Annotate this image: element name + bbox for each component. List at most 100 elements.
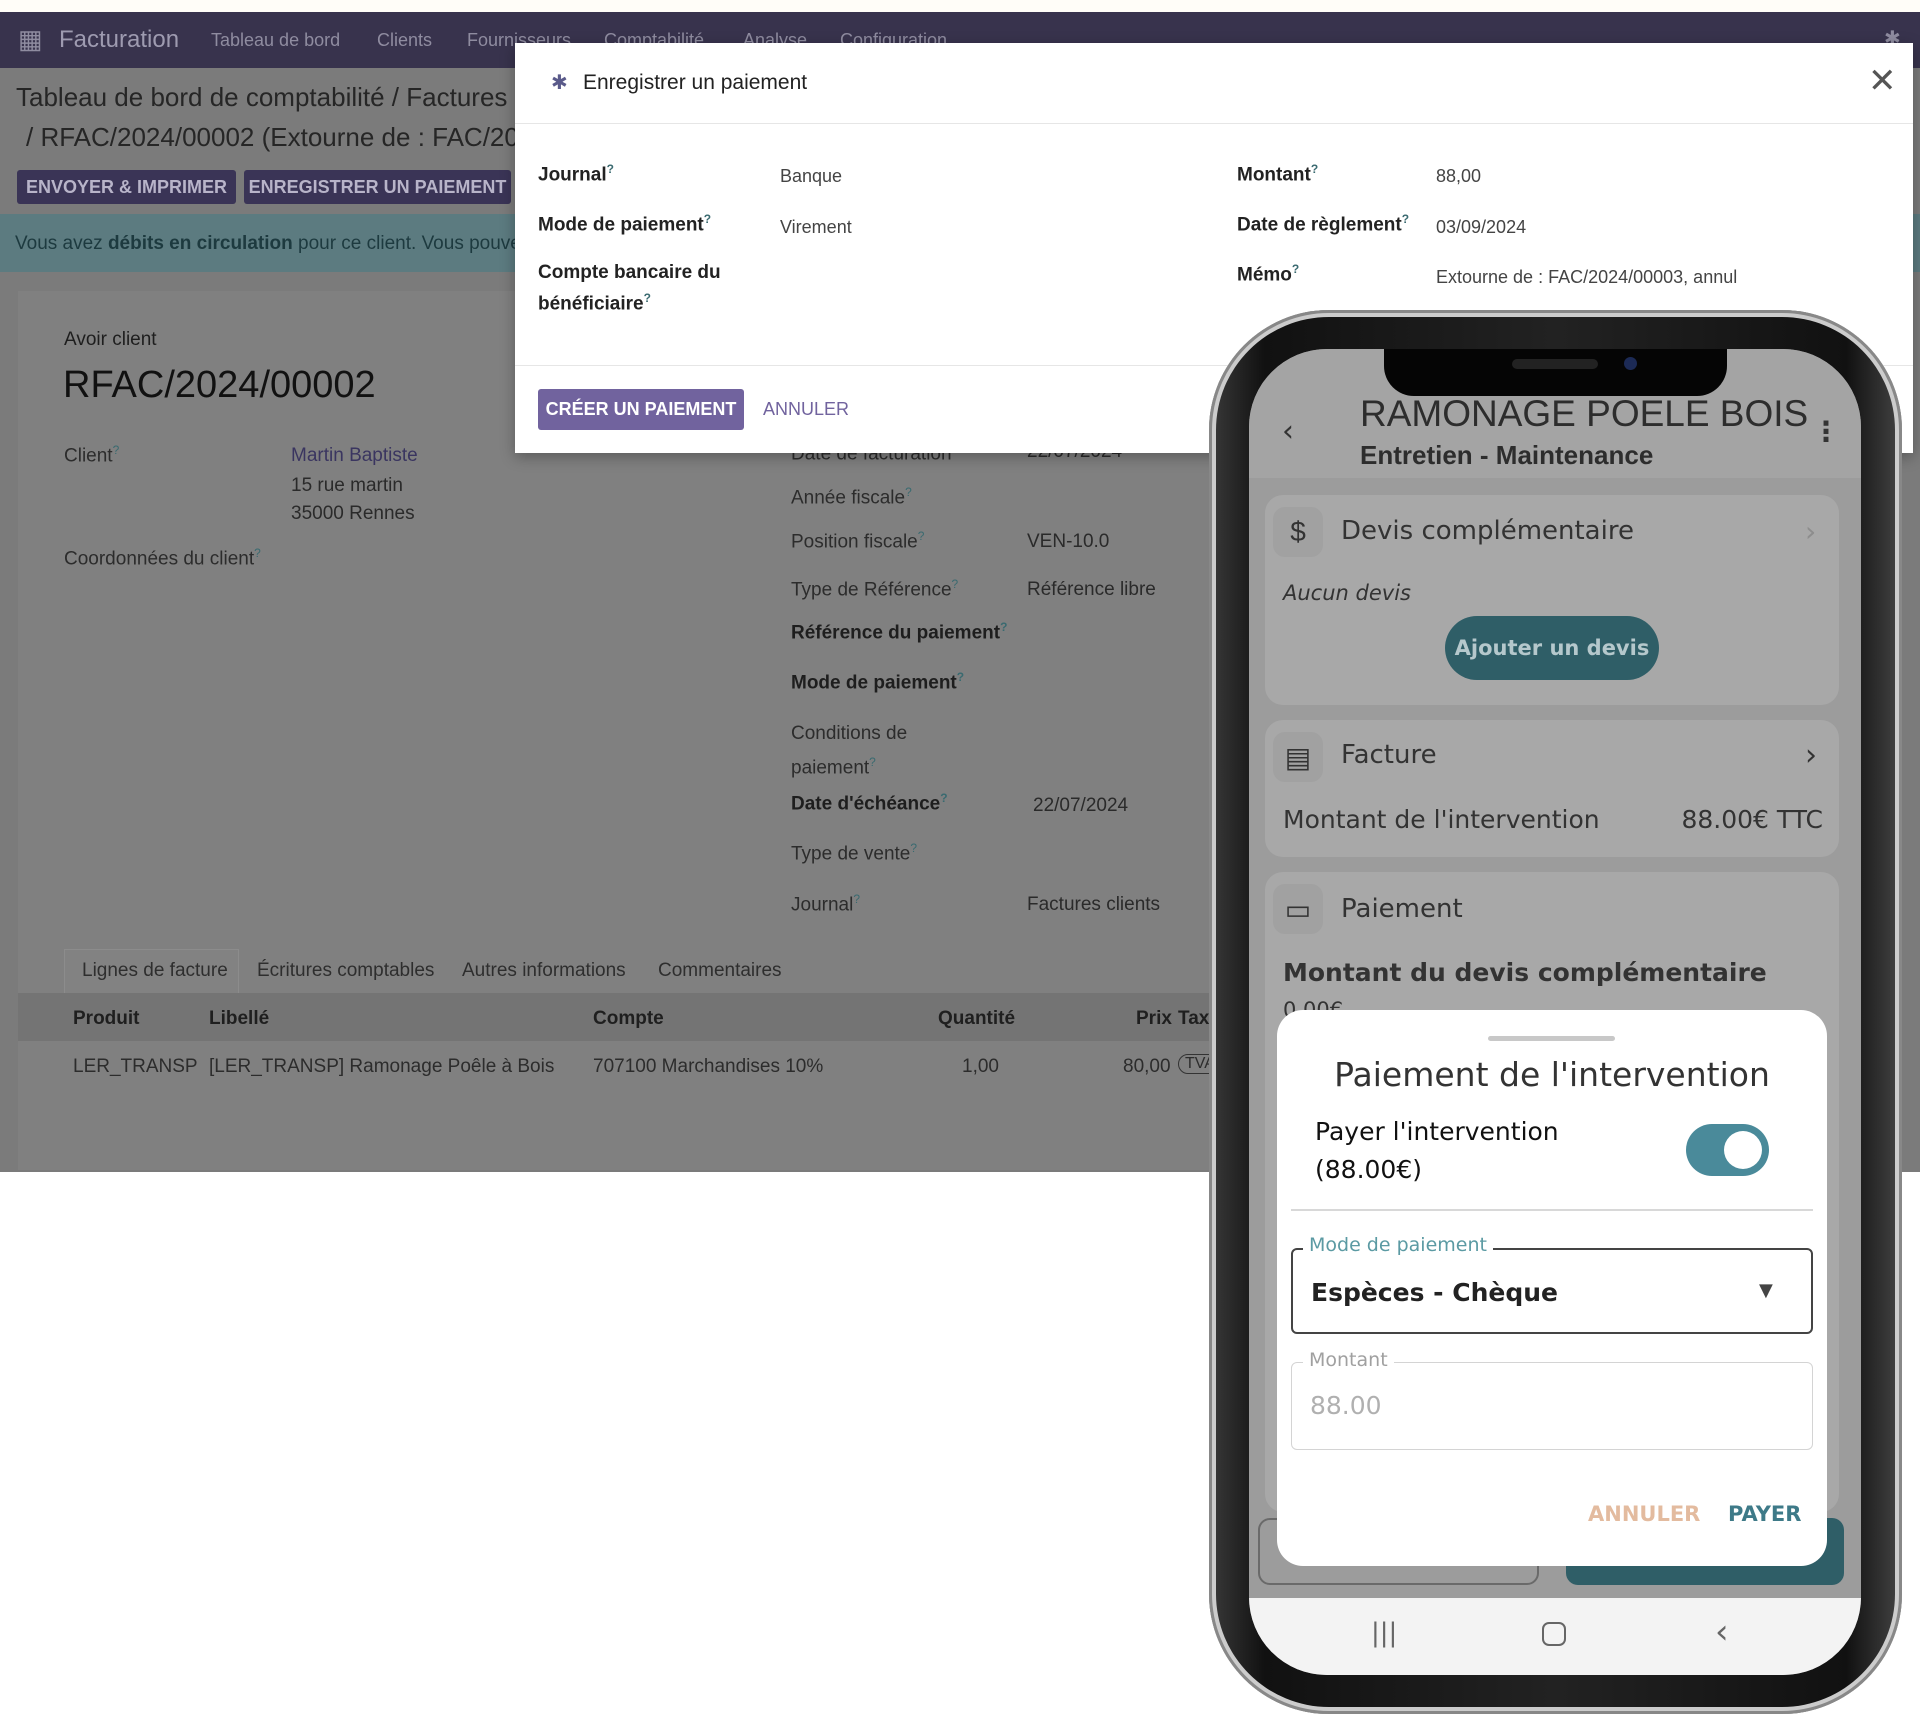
field-label: Date d'échéance? <box>791 791 948 815</box>
mobile-title: RAMONAGE POELE BOIS <box>1360 393 1809 434</box>
col-label[interactable]: Libellé <box>209 1008 269 1030</box>
menu-clients[interactable]: Clients <box>377 30 432 51</box>
method-field[interactable]: Virement <box>780 217 852 238</box>
col-product[interactable]: Produit <box>73 1008 140 1030</box>
close-icon[interactable]: ✕ <box>1868 61 1897 101</box>
client-city: 35000 Rennes <box>291 503 415 524</box>
payment-bottom-sheet: Paiement de l'intervention Payer l'inter… <box>1277 1010 1827 1566</box>
field-label: Type de vente? <box>791 841 918 865</box>
quote-card: $ Devis complémentaire › Aucun devis Ajo… <box>1265 495 1839 705</box>
col-account[interactable]: Compte <box>593 1008 664 1030</box>
quote-document-icon: $ <box>1273 507 1323 557</box>
col-price[interactable]: Prix <box>1136 1008 1172 1030</box>
bank-label-1: Compte bancaire du <box>538 262 721 283</box>
tab-other-info[interactable]: Autres informations <box>462 960 626 982</box>
create-payment-button[interactable]: CRÉER UN PAIEMENT <box>538 389 744 430</box>
bank-label-2: bénéficiaire? <box>538 291 651 315</box>
field-label: Mode de paiement? <box>791 670 965 694</box>
row-label: [LER_TRANSP] Ramonage Poêle à Bois <box>209 1056 555 1077</box>
client-label: Client? <box>64 443 120 467</box>
bug-icon: ✱ <box>551 72 568 94</box>
date-label: Date de règlement? <box>1237 212 1410 236</box>
apps-grid-icon[interactable]: ▦ <box>18 24 43 55</box>
add-quote-button[interactable]: Ajouter un devis <box>1445 616 1659 680</box>
browser-top-strip <box>0 0 1920 12</box>
menu-tableau-de-bord[interactable]: Tableau de bord <box>211 30 340 51</box>
col-tax[interactable]: Tax <box>1178 1008 1209 1030</box>
breadcrumb-line-1[interactable]: Tableau de bord de comptabilité / Factur… <box>16 82 528 113</box>
tab-invoice-lines[interactable]: Lignes de facture <box>82 960 228 982</box>
invoice-chevron-icon[interactable]: › <box>1805 738 1817 773</box>
row-account: 707100 Marchandises 10% <box>593 1056 824 1077</box>
no-quote-text: Aucun devis <box>1283 581 1411 605</box>
field-value[interactable]: Factures clients <box>1027 894 1160 916</box>
extra-amount-label: Montant du devis complémentaire <box>1283 958 1767 987</box>
sheet-cancel-button[interactable]: ANNULER <box>1588 1502 1700 1526</box>
back-icon[interactable]: ‹ <box>1715 1612 1729 1652</box>
alert-text: Vous avez débits en circulation pour ce … <box>15 233 540 254</box>
amount-label: Montant? <box>1237 162 1319 186</box>
method-label: Mode de paiement? <box>538 212 712 236</box>
home-icon[interactable] <box>1542 1622 1566 1646</box>
camera <box>1624 357 1637 370</box>
payment-title: Paiement <box>1341 894 1463 924</box>
amount-input[interactable]: 88.00 <box>1291 1362 1813 1450</box>
pay-toggle[interactable] <box>1686 1124 1769 1176</box>
quote-chevron-icon[interactable]: › <box>1805 515 1816 548</box>
date-field[interactable]: 03/09/2024 <box>1436 217 1526 238</box>
sheet-divider <box>1291 1209 1813 1211</box>
sheet-pay-button[interactable]: PAYER <box>1728 1502 1801 1526</box>
contact-label: Coordonnées du client? <box>64 546 261 570</box>
header-divider <box>515 123 1913 124</box>
journal-label: Journal? <box>538 162 614 186</box>
field-value[interactable]: VEN-10.0 <box>1027 531 1109 553</box>
memo-field[interactable]: Extourne de : FAC/2024/00003, annul <box>1436 267 1737 288</box>
quote-title[interactable]: Devis complémentaire <box>1341 516 1634 546</box>
journal-field[interactable]: Banque <box>780 166 842 187</box>
recent-apps-icon[interactable]: ||| <box>1371 1618 1397 1648</box>
dialog-title: Enregistrer un paiement <box>583 71 808 94</box>
client-name-link[interactable]: Martin Baptiste <box>291 445 418 467</box>
alert-link[interactable]: débits en circulation <box>108 233 293 254</box>
intervention-amount: 88.00€ TTC <box>1681 805 1823 834</box>
register-payment-button[interactable]: ENREGISTRER UN PAIEMENT <box>244 170 511 204</box>
cancel-button[interactable]: ANNULER <box>763 399 849 420</box>
sheet-title: Paiement de l'intervention <box>1334 1055 1770 1094</box>
field-label: Position fiscale? <box>791 529 925 553</box>
row-qty: 1,00 <box>962 1056 999 1077</box>
mobile-subtitle: Entretien - Maintenance <box>1360 440 1654 470</box>
tab-comments[interactable]: Commentaires <box>658 960 782 982</box>
phone-screen: ‹ RAMONAGE POELE BOIS Entretien - Mainte… <box>1249 349 1861 1675</box>
drag-handle[interactable] <box>1488 1036 1615 1041</box>
app-name[interactable]: Facturation <box>59 26 179 54</box>
send-print-button[interactable]: ENVOYER & IMPRIMER <box>17 170 236 204</box>
notch <box>1384 349 1727 396</box>
row-product[interactable]: LER_TRANSP <box>73 1056 198 1078</box>
breadcrumb-line-2: / RFAC/2024/00002 (Extourne de : FAC/202 <box>26 122 534 152</box>
field-value[interactable]: Référence libre <box>1027 579 1156 601</box>
intervention-amount-label: Montant de l'intervention <box>1283 805 1600 834</box>
payment-method-select[interactable]: Espèces - Chèque ▼ <box>1291 1248 1813 1334</box>
col-quantity[interactable]: Quantité <box>938 1008 1015 1030</box>
speaker <box>1512 359 1598 369</box>
back-chevron-icon[interactable]: ‹ <box>1282 414 1294 449</box>
more-vert-icon[interactable]: ⋮ <box>1812 415 1840 448</box>
payment-method-value: Espèces - Chèque <box>1311 1278 1558 1307</box>
dropdown-arrow-icon: ▼ <box>1759 1280 1773 1301</box>
memo-label: Mémo? <box>1237 262 1300 286</box>
credit-card-icon: ▭ <box>1273 884 1323 934</box>
tab-journal-items[interactable]: Écritures comptables <box>257 960 434 982</box>
field-value[interactable]: 22/07/2024 <box>1033 795 1128 817</box>
payment-method-label: Mode de paiement <box>1303 1234 1493 1256</box>
receipt-icon: ▤ <box>1273 732 1323 782</box>
field-label: Référence du paiement? <box>791 620 1008 644</box>
amount-label: Montant <box>1303 1349 1394 1371</box>
invoice-title[interactable]: Facture <box>1341 740 1437 770</box>
invoice-type: Avoir client <box>64 329 157 350</box>
field-label: Type de Référence? <box>791 577 959 601</box>
amount-field[interactable]: 88,00 <box>1436 166 1481 187</box>
invoice-card: ▤ Facture › Montant de l'intervention 88… <box>1265 720 1839 857</box>
phone-mockup: ‹ RAMONAGE POELE BOIS Entretien - Mainte… <box>1209 310 1902 1714</box>
field-label: Année fiscale? <box>791 485 912 509</box>
field-label: Journal? <box>791 892 861 916</box>
